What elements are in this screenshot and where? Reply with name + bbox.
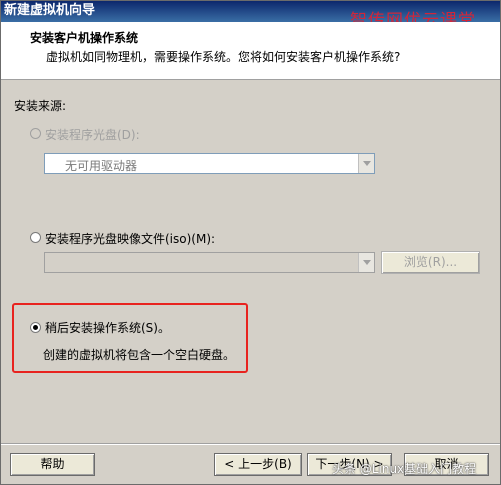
iso-path-combo[interactable]	[44, 252, 375, 273]
disc-option-label: 安装程序光盘(D):	[45, 128, 140, 142]
disc-drive-combo-value: 无可用驱动器	[65, 159, 138, 173]
wizard-header: 安装客户机操作系统 虚拟机如同物理机，需要操作系统。您将如何安装客户机操作系统?	[0, 22, 501, 80]
iso-option-label[interactable]: 安装程序光盘映像文件(iso)(M):	[45, 230, 215, 247]
header-subtitle: 虚拟机如同物理机，需要操作系统。您将如何安装客户机操作系统?	[46, 50, 401, 64]
disc-radio	[30, 128, 41, 139]
iso-radio[interactable]	[30, 232, 41, 243]
install-later-radio[interactable]	[30, 322, 41, 333]
browse-button[interactable]: 浏览(R)...	[381, 251, 480, 274]
footer-separator	[0, 443, 501, 445]
disc-drive-combo: 无可用驱动器	[44, 153, 375, 174]
install-later-label[interactable]: 稍后安装操作系统(S)。	[45, 319, 170, 336]
chevron-down-icon[interactable]	[358, 253, 374, 272]
watermark-bottom: 头条 @Linux基础入门教程	[332, 462, 477, 476]
back-button[interactable]: < 上一步(B)	[214, 453, 302, 476]
install-later-description: 创建的虚拟机将包含一个空白硬盘。	[43, 348, 236, 362]
chevron-down-icon	[358, 154, 374, 173]
header-title: 安装客户机操作系统	[30, 31, 139, 45]
install-source-label: 安装来源:	[14, 99, 67, 113]
window-title: 新建虚拟机向导	[4, 3, 96, 18]
help-button[interactable]: 帮助	[10, 453, 95, 476]
